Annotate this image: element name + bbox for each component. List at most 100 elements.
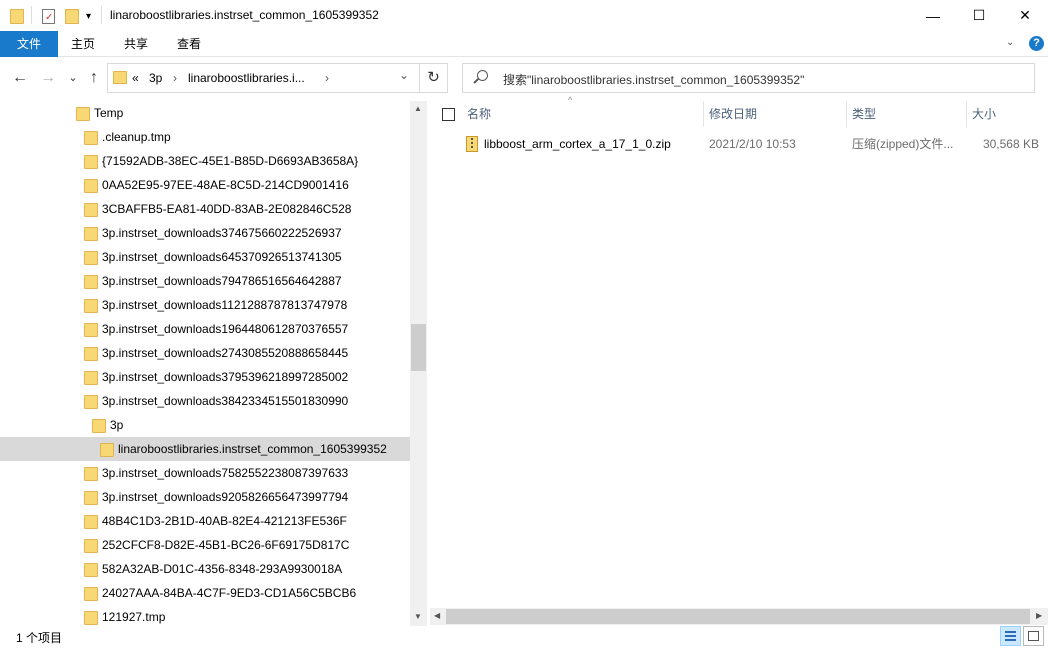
- chevron-right-icon[interactable]: ›: [173, 71, 177, 85]
- scroll-up-icon[interactable]: ▲: [414, 104, 422, 113]
- column-header-name[interactable]: 名称: [467, 101, 491, 127]
- folder-icon: [84, 587, 98, 601]
- help-icon[interactable]: ?: [1029, 36, 1044, 51]
- sort-ascending-icon: ^: [568, 95, 573, 105]
- close-button[interactable]: ✕: [1002, 0, 1048, 31]
- large-icons-view-button[interactable]: [1023, 626, 1044, 646]
- scroll-down-icon[interactable]: ▼: [414, 612, 422, 621]
- folder-icon: [84, 131, 98, 145]
- nav-tree-item-label: 3p.instrset_downloads374675660222526937: [102, 226, 342, 240]
- folder-icon: [84, 347, 98, 361]
- folder-icon: [84, 227, 98, 241]
- nav-tree-item[interactable]: Temp: [0, 101, 410, 125]
- folder-icon: [84, 515, 98, 529]
- column-header-modified[interactable]: 修改日期: [709, 101, 757, 127]
- refresh-button[interactable]: ↻: [420, 63, 448, 93]
- column-divider[interactable]: [846, 101, 847, 127]
- nav-tree-item[interactable]: 252CFCF8-D82E-45B1-BC26-6F69175D817C: [0, 533, 410, 557]
- column-divider[interactable]: [966, 101, 967, 127]
- nav-tree-item[interactable]: 3p.instrset_downloads645370926513741305: [0, 245, 410, 269]
- nav-tree-item[interactable]: 3p.instrset_downloads794786516564642887: [0, 269, 410, 293]
- tab-file[interactable]: 文件: [0, 31, 58, 57]
- folder-icon: [100, 443, 114, 457]
- nav-tree-item[interactable]: 3p.instrset_downloads1964480612870376557: [0, 317, 410, 341]
- tab-share[interactable]: 共享: [113, 31, 159, 57]
- item-count: 1 个项目: [16, 631, 63, 645]
- folder-icon: [84, 251, 98, 265]
- nav-tree-item[interactable]: {71592ADB-38EC-45E1-B85D-D6693AB3658A}: [0, 149, 410, 173]
- nav-tree-item[interactable]: 582A32AB-D01C-4356-8348-293A9930018A: [0, 557, 410, 581]
- nav-tree-item[interactable]: 3CBAFFB5-EA81-40DD-83AB-2E082846C528: [0, 197, 410, 221]
- scrollbar-thumb[interactable]: [446, 609, 1030, 624]
- scrollbar-thumb[interactable]: [411, 324, 426, 371]
- address-bar[interactable]: « 3p › linaroboostlibraries.i... › ⌄: [107, 63, 420, 93]
- breadcrumb-overflow[interactable]: «: [132, 71, 139, 85]
- nav-tree-item-label: 3p.instrset_downloads645370926513741305: [102, 250, 342, 264]
- tab-home[interactable]: 主页: [60, 31, 106, 57]
- folder-icon: [84, 395, 98, 409]
- tab-view[interactable]: 查看: [166, 31, 212, 57]
- nav-tree-item[interactable]: 3p.instrset_downloads3795396218997285002: [0, 365, 410, 389]
- nav-tree-item-label: 3CBAFFB5-EA81-40DD-83AB-2E082846C528: [102, 202, 352, 216]
- nav-tree-item[interactable]: 24027AAA-84BA-4C7F-9ED3-CD1A56C5BCB6: [0, 581, 410, 605]
- column-header-size[interactable]: 大小: [972, 101, 996, 127]
- nav-tree-item[interactable]: 3p: [0, 413, 410, 437]
- nav-tree-item[interactable]: 3p.instrset_downloads2743085520888658445: [0, 341, 410, 365]
- folder-icon: [84, 563, 98, 577]
- address-dropdown-button[interactable]: ⌄: [399, 68, 409, 82]
- maximize-button[interactable]: ☐: [956, 0, 1002, 31]
- folder-icon: [84, 491, 98, 505]
- search-input[interactable]: 搜索"linaroboostlibraries.instrset_common_…: [462, 63, 1035, 93]
- breadcrumb-3p[interactable]: 3p: [149, 71, 162, 85]
- folder-icon: [92, 419, 106, 433]
- up-button[interactable]: ↑: [83, 66, 105, 90]
- folder-icon: [84, 539, 98, 553]
- nav-tree-item[interactable]: 121927.tmp: [0, 605, 410, 626]
- nav-tree-item-label: 3p: [110, 418, 124, 432]
- forward-button[interactable]: →: [37, 66, 59, 90]
- column-header-type[interactable]: 类型: [852, 101, 876, 127]
- nav-tree-item-label: .cleanup.tmp: [102, 130, 171, 144]
- nav-tree-item-label: {71592ADB-38EC-45E1-B85D-D6693AB3658A}: [102, 154, 359, 168]
- recent-locations-button[interactable]: ⌄: [62, 66, 84, 90]
- file-explorer-window: ✓ ▾ linaroboostlibraries.instrset_common…: [0, 0, 1048, 648]
- nav-tree-item[interactable]: 3p.instrset_downloads7582552238087397633: [0, 461, 410, 485]
- nav-tree-item-label: 3p.instrset_downloads1121288787813747978: [102, 298, 348, 312]
- nav-tree-item[interactable]: linaroboostlibraries.instrset_common_160…: [0, 437, 410, 461]
- nav-tree-item-label: 3p.instrset_downloads9205826656473997794: [102, 490, 349, 504]
- file-row[interactable]: libboost_arm_cortex_a_17_1_0.zip 2021/2/…: [430, 131, 1048, 157]
- nav-tree-item[interactable]: 3p.instrset_downloads1121288787813747978: [0, 293, 410, 317]
- nav-tree-item[interactable]: .cleanup.tmp: [0, 125, 410, 149]
- file-list-horizontal-scrollbar[interactable]: ◀ ▶: [430, 608, 1048, 625]
- folder-icon: [84, 203, 98, 217]
- nav-tree-item-label: 3p.instrset_downloads3795396218997285002: [102, 370, 349, 384]
- chevron-down-icon[interactable]: ⌄: [1006, 37, 1014, 48]
- ribbon-tabs: 文件 主页 共享 查看 ⌄ ?: [0, 31, 1048, 57]
- folder-icon: [10, 7, 24, 25]
- scroll-left-icon[interactable]: ◀: [434, 611, 440, 620]
- nav-pane-scrollbar[interactable]: ▲ ▼: [410, 101, 427, 626]
- back-button[interactable]: ←: [9, 66, 31, 90]
- column-divider[interactable]: [703, 101, 704, 127]
- nav-tree-item-label: linaroboostlibraries.instrset_common_160…: [118, 442, 387, 456]
- nav-tree-item[interactable]: 48B4C1D3-2B1D-40AB-82E4-421213FE536F: [0, 509, 410, 533]
- file-type: 压缩(zipped)文件...: [852, 137, 954, 151]
- properties-icon[interactable]: ✓: [42, 7, 55, 25]
- breadcrumb-current[interactable]: linaroboostlibraries.i...: [188, 71, 305, 85]
- quick-access-dropdown[interactable]: ▾: [86, 7, 91, 25]
- nav-tree-item[interactable]: 3p.instrset_downloads3842334515501830990: [0, 389, 410, 413]
- nav-tree-item[interactable]: 3p.instrset_downloads9205826656473997794: [0, 485, 410, 509]
- details-view-button[interactable]: [1000, 626, 1021, 646]
- nav-tree-item-label: 3p.instrset_downloads794786516564642887: [102, 274, 342, 288]
- minimize-button[interactable]: —: [910, 0, 956, 31]
- select-all-checkbox[interactable]: [442, 108, 455, 121]
- chevron-right-icon[interactable]: ›: [325, 71, 329, 85]
- nav-tree-item-label: 24027AAA-84BA-4C7F-9ED3-CD1A56C5BCB6: [102, 586, 357, 600]
- folder-icon: [84, 323, 98, 337]
- new-folder-icon[interactable]: [65, 7, 79, 25]
- nav-tree-item[interactable]: 0AA52E95-97EE-48AE-8C5D-214CD9001416: [0, 173, 410, 197]
- nav-tree-item[interactable]: 3p.instrset_downloads374675660222526937: [0, 221, 410, 245]
- nav-tree-item-label: 582A32AB-D01C-4356-8348-293A9930018A: [102, 562, 343, 576]
- title-bar: ✓ ▾ linaroboostlibraries.instrset_common…: [0, 0, 1048, 31]
- scroll-right-icon[interactable]: ▶: [1036, 611, 1042, 620]
